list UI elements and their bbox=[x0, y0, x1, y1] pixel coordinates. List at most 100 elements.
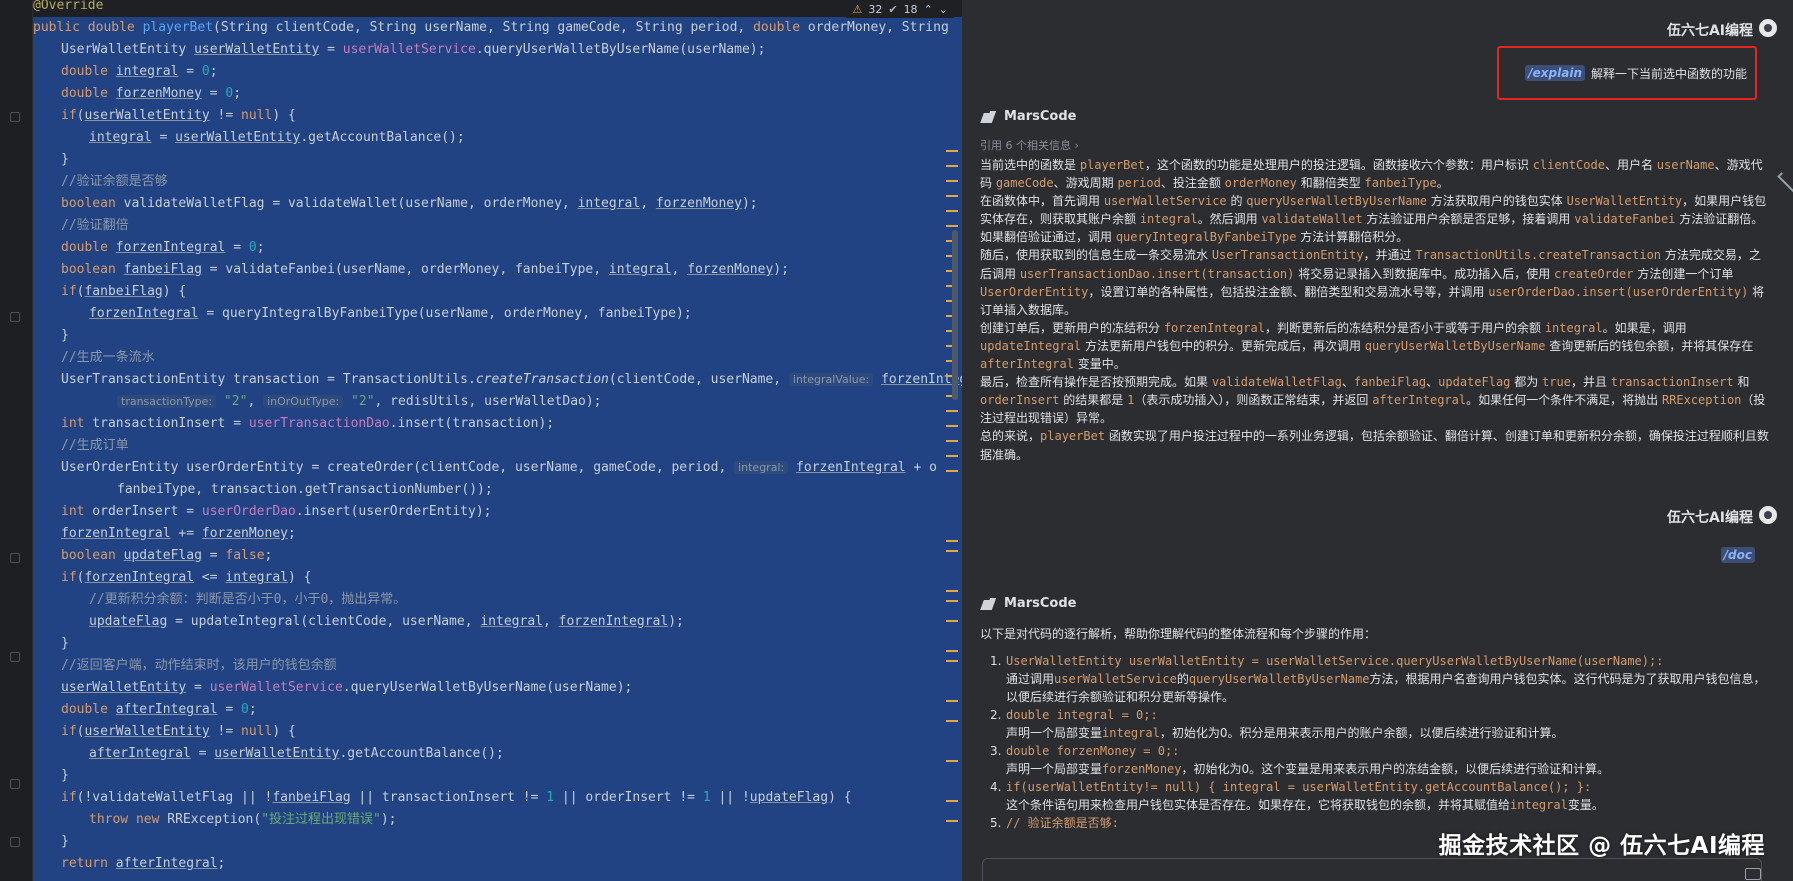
code-editor[interactable]: @Override public double playerBet(String … bbox=[0, 0, 962, 881]
code-line[interactable]: } bbox=[33, 633, 962, 655]
code-line[interactable]: //生成一条流水 bbox=[33, 347, 962, 369]
references-link[interactable]: 引用 6 个相关信息 › bbox=[980, 137, 1079, 153]
code-line[interactable]: } bbox=[33, 765, 962, 787]
code-line[interactable]: double integral = 0; bbox=[33, 61, 962, 83]
bot-answer-steps: 1. UserWalletEntity userWalletEntity = us… bbox=[990, 652, 1770, 832]
inline-code: queryUserWalletByUserName bbox=[1246, 194, 1427, 209]
user-avatar-2 bbox=[1759, 506, 1777, 524]
code-line[interactable]: UserWalletEntity userWalletEntity = user… bbox=[33, 39, 962, 61]
code-line[interactable]: double afterIntegral = 0; bbox=[33, 699, 962, 721]
inline-code: true bbox=[1542, 375, 1571, 390]
step-number: 3. bbox=[990, 744, 1002, 758]
send-icon[interactable] bbox=[1745, 868, 1761, 880]
answer-text: 、投注金额 bbox=[1160, 176, 1225, 191]
inline-code: validateWalletFlag bbox=[1211, 375, 1342, 390]
code-line[interactable]: int orderInsert = userOrderDao.insert(us… bbox=[33, 501, 962, 523]
code-line[interactable]: userWalletEntity = userWalletService.que… bbox=[33, 677, 962, 699]
inline-code: orderMoney bbox=[1224, 176, 1297, 191]
chat-input[interactable] bbox=[982, 858, 1762, 881]
next-highlight-icon[interactable]: ⌄ bbox=[939, 3, 948, 16]
code-line[interactable]: if(forzenIntegral <= integral) { bbox=[33, 567, 962, 589]
code-line[interactable]: //验证余额是否够 bbox=[33, 171, 962, 193]
inspections-widget[interactable]: ⚠ 32 ✔ 18 ⌃ ⌄ bbox=[846, 0, 954, 18]
code-line[interactable]: double forzenIntegral = 0; bbox=[33, 237, 962, 259]
warning-count: 32 bbox=[868, 2, 883, 16]
answer-text: 。然后调用 bbox=[1197, 212, 1262, 227]
code-line[interactable]: boolean fanbeiFlag = validateFanbei(user… bbox=[33, 259, 962, 281]
code-line[interactable]: //验证翻倍 bbox=[33, 215, 962, 237]
previous-highlight-icon[interactable]: ⌃ bbox=[924, 3, 933, 16]
step-number: 2. bbox=[990, 708, 1002, 722]
answer-text: 方法计算翻倍积分。 bbox=[1296, 230, 1409, 245]
scroll-marker bbox=[946, 550, 958, 552]
scroll-marker bbox=[946, 180, 958, 182]
inline-code: updateIntegral bbox=[980, 338, 1082, 353]
code-line[interactable]: if(fanbeiFlag) { bbox=[33, 281, 962, 303]
step-item: 2. double integral = 0;: 声明一个局部变量integral，… bbox=[990, 706, 1770, 742]
weak-warning-count: 18 bbox=[903, 2, 918, 16]
answer-text: 在函数体中，首先调用 bbox=[980, 194, 1104, 209]
step-description: 声明一个局部变量forzenMoney，初始化为0。这个变量是用来表示用户的冻结… bbox=[990, 760, 1770, 778]
code-line[interactable]: afterIntegral = userWalletEntity.getAcco… bbox=[33, 743, 962, 765]
code-line[interactable]: boolean validateWalletFlag = validateWal… bbox=[33, 193, 962, 215]
user-name: 伍六七AI编程 bbox=[1666, 23, 1753, 39]
code-line[interactable]: } bbox=[33, 831, 962, 853]
code-line[interactable]: } bbox=[33, 325, 962, 347]
code-line[interactable]: updateFlag = updateIntegral(clientCode, … bbox=[33, 611, 962, 633]
fold-marker-icon[interactable] bbox=[10, 837, 20, 847]
fold-marker-icon[interactable] bbox=[10, 652, 20, 662]
code-line[interactable]: if(!validateWalletFlag || !fanbeiFlag ||… bbox=[33, 787, 962, 809]
step-number: 1. bbox=[990, 654, 1002, 668]
code-line[interactable]: throw new RRException("投注过程出现错误"); bbox=[33, 809, 962, 831]
code-area[interactable]: @Override public double playerBet(String … bbox=[33, 0, 962, 881]
inline-code: clientCode bbox=[1532, 158, 1605, 172]
code-line[interactable]: transactionType: "2", inOrOutType: "2", … bbox=[33, 391, 962, 413]
fold-marker-icon[interactable] bbox=[10, 112, 20, 122]
step-item: 1. UserWalletEntity userWalletEntity = us… bbox=[990, 652, 1770, 706]
code-line[interactable]: //生成订单 bbox=[33, 435, 962, 457]
scroll-marker bbox=[946, 760, 958, 762]
inline-code: forzenIntegral bbox=[1163, 320, 1265, 335]
editor-gutter[interactable] bbox=[0, 0, 33, 881]
fold-marker-icon[interactable] bbox=[10, 312, 20, 322]
code-line[interactable]: } bbox=[33, 149, 962, 171]
code-line[interactable]: UserOrderEntity userOrderEntity = create… bbox=[33, 457, 962, 479]
step-header: 3. double forzenMoney = 0;: bbox=[990, 742, 1770, 760]
collapse-arrow-icon[interactable] bbox=[1777, 172, 1793, 198]
inline-code: forzenMoney bbox=[1102, 762, 1182, 776]
editor-scrollbar[interactable] bbox=[952, 230, 958, 400]
fold-marker-icon[interactable] bbox=[10, 553, 20, 563]
answer-text: 的 bbox=[1176, 672, 1189, 686]
scroll-marker bbox=[946, 720, 958, 722]
code-line[interactable]: public double playerBet(String clientCod… bbox=[33, 17, 962, 39]
user-name-2: 伍六七AI编程 bbox=[1666, 510, 1753, 526]
code-line[interactable]: forzenIntegral = queryIntegralByFanbeiTy… bbox=[33, 303, 962, 325]
answer-text: 变量。 bbox=[1567, 798, 1604, 812]
code-line[interactable]: UserTransactionEntity transaction = Tran… bbox=[33, 369, 962, 391]
code-line[interactable]: integral = userWalletEntity.getAccountBa… bbox=[33, 127, 962, 149]
code-line[interactable]: @Override bbox=[33, 0, 962, 17]
answer-text: ，判断更新后的冻结积分是否小于或等于用户的余额 bbox=[1264, 320, 1545, 335]
answer-text: 查询更新后的钱包余额，并将其保存在 bbox=[1545, 338, 1754, 353]
code-line[interactable]: forzenIntegral += forzenMoney; bbox=[33, 523, 962, 545]
step-code: if(userWalletEntity!= null) { integral =… bbox=[1006, 780, 1592, 794]
code-line[interactable]: fanbeiType, transaction.getTransactionNu… bbox=[33, 479, 962, 501]
answer-text: 。如果是，调用 bbox=[1602, 320, 1687, 335]
code-line[interactable]: if(userWalletEntity != null) { bbox=[33, 105, 962, 127]
inline-code: integral bbox=[1102, 726, 1160, 740]
answer-text: 随后，使用获取到的信息生成一条交易流水 bbox=[980, 248, 1212, 263]
fold-marker-icon[interactable] bbox=[10, 779, 20, 789]
code-line[interactable]: //返回客户端，动作结束时，该用户的钱包余额 bbox=[33, 655, 962, 677]
scroll-marker bbox=[946, 195, 958, 197]
code-line[interactable]: if(userWalletEntity != null) { bbox=[33, 721, 962, 743]
step-code: double forzenMoney = 0;: bbox=[1006, 744, 1180, 758]
answer-text: 、用户名 bbox=[1604, 158, 1657, 172]
code-line[interactable]: //更新积分余额：判断是否小于0，小于0，抛出异常。 bbox=[33, 589, 962, 611]
scroll-marker bbox=[946, 540, 958, 542]
code-line[interactable]: double forzenMoney = 0; bbox=[33, 83, 962, 105]
code-line[interactable]: return afterIntegral; bbox=[33, 853, 962, 875]
inline-code: RRException bbox=[1661, 393, 1742, 408]
code-line[interactable]: int transactionInsert = userTransactionD… bbox=[33, 413, 962, 435]
inline-code: integral bbox=[1544, 320, 1603, 335]
code-line[interactable]: boolean updateFlag = false; bbox=[33, 545, 962, 567]
